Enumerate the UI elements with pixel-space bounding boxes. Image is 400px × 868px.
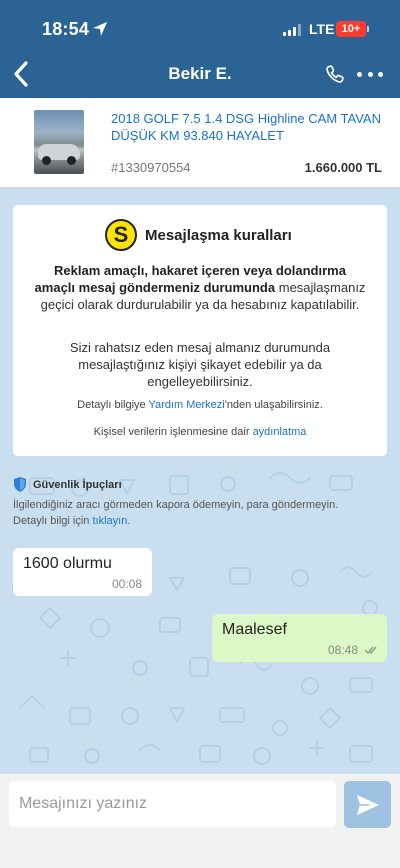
message-time: 00:08 bbox=[111, 577, 142, 591]
listing-thumbnail[interactable] bbox=[34, 110, 84, 174]
rules-heading: Mesajlaşma kuralları bbox=[145, 227, 292, 244]
security-detail-link[interactable]: tıklayın bbox=[92, 515, 127, 527]
incoming-message[interactable]: 1600 olurmu 00:08 bbox=[13, 548, 152, 596]
listing-price: 1.660.000 TL bbox=[304, 160, 382, 175]
send-icon bbox=[356, 794, 379, 815]
battery-tip bbox=[367, 26, 369, 32]
listing-card[interactable]: 2018 GOLF 7.5 1.4 DSG Highline CAM TAVAN… bbox=[0, 98, 400, 188]
rules-help-prefix: Detaylı bilgiye bbox=[77, 399, 146, 411]
sahibinden-logo-icon: S bbox=[105, 219, 137, 251]
send-button[interactable] bbox=[344, 781, 391, 828]
message-composer bbox=[0, 774, 400, 868]
dot-icon bbox=[357, 71, 362, 77]
battery-icon: 10+ bbox=[336, 21, 366, 37]
security-tips-text: İlgilendiğiniz aracı görmeden kapora öde… bbox=[13, 497, 393, 529]
shield-icon bbox=[14, 477, 26, 492]
privacy-notice-link[interactable]: aydınlatma bbox=[253, 426, 307, 438]
network-type: LTE bbox=[309, 21, 335, 37]
messaging-rules-card: S Mesajlaşma kuralları Reklam amaçlı, ha… bbox=[13, 205, 387, 456]
location-arrow-icon bbox=[93, 22, 107, 36]
rules-help-suffix: 'nden ulaşabilirsiniz. bbox=[224, 399, 323, 411]
security-detail-suffix: . bbox=[127, 515, 131, 527]
help-center-link[interactable]: Yardım Merkezi bbox=[149, 399, 225, 411]
security-tip-line: İlgilendiğiniz aracı görmeden kapora öde… bbox=[13, 499, 339, 511]
security-detail-prefix: Detaylı bilgi için bbox=[13, 515, 90, 527]
listing-title[interactable]: 2018 GOLF 7.5 1.4 DSG Highline CAM TAVAN… bbox=[111, 110, 386, 144]
status-time: 18:54 bbox=[42, 19, 90, 39]
dot-icon bbox=[378, 71, 383, 77]
read-receipt-icon bbox=[364, 646, 377, 655]
rules-privacy-text: Kişisel verilerin işlenmesine dair aydın… bbox=[23, 426, 377, 438]
rules-privacy-prefix: Kişisel verilerin işlenmesine dair bbox=[93, 426, 250, 438]
security-tips-label: Güvenlik İpuçları bbox=[33, 478, 122, 491]
rules-help-text: Detaylı bilgiye Yardım Merkezi'nden ulaş… bbox=[23, 399, 377, 411]
outgoing-message[interactable]: Maalesef 08:48 bbox=[212, 614, 387, 662]
wheel bbox=[42, 156, 51, 165]
wheel bbox=[67, 156, 76, 165]
chat-area[interactable]: S Mesajlaşma kuralları Reklam amaçlı, ha… bbox=[0, 188, 400, 774]
message-text: 1600 olurmu bbox=[23, 555, 112, 572]
security-detail-line: Detaylı bilgi için tıklayın. bbox=[13, 513, 393, 529]
signal-icon bbox=[283, 24, 303, 36]
message-text: Maalesef bbox=[222, 621, 287, 638]
dot-icon bbox=[367, 71, 373, 77]
message-input[interactable] bbox=[9, 781, 336, 827]
rules-complaint-text: Sizi rahatsız eden mesaj almanız durumun… bbox=[69, 340, 331, 389]
security-tips-title: Güvenlik İpuçları bbox=[13, 477, 122, 492]
listing-id: #1330970554 bbox=[111, 160, 191, 175]
message-time: 08:48 bbox=[328, 643, 359, 657]
top-bar: 18:54 LTE 10+ Bekir E. bbox=[0, 0, 400, 98]
phone-icon[interactable] bbox=[324, 62, 346, 86]
status-bar: 18:54 LTE 10+ bbox=[0, 0, 400, 58]
chat-header: Bekir E. bbox=[0, 58, 400, 98]
more-options-button[interactable] bbox=[357, 62, 383, 86]
rules-warning-text: Reklam amaçlı, hakaret içeren veya dolan… bbox=[33, 262, 367, 313]
